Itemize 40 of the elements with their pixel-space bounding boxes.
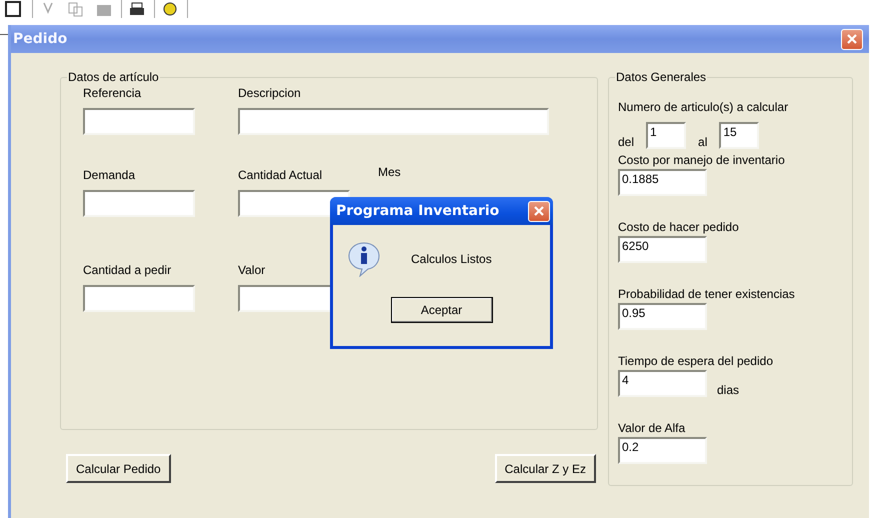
input-field[interactable] <box>83 190 195 217</box>
input-field[interactable] <box>238 108 549 135</box>
field-label: del <box>618 135 634 149</box>
input-field[interactable]: 15 <box>719 122 760 149</box>
close-button[interactable] <box>841 28 863 50</box>
accept-button[interactable]: Aceptar <box>390 297 492 323</box>
dialog-title: Programa Inventario <box>336 203 500 219</box>
input-field[interactable] <box>83 285 195 312</box>
input-field[interactable]: 6250 <box>618 236 707 263</box>
group-title: Datos Generales <box>615 70 708 84</box>
field-label: Mes <box>378 165 402 179</box>
input-field[interactable] <box>83 108 195 135</box>
calculate-button[interactable]: Calcular Pedido <box>66 454 171 483</box>
close-icon <box>533 205 545 217</box>
unit-label: dias <box>717 383 740 397</box>
field-label: Tiempo de espera del pedido <box>618 354 774 368</box>
field-label: Costo de hacer pedido <box>618 220 740 234</box>
input-field[interactable]: 1 <box>646 122 686 149</box>
calculate-button[interactable]: Calcular Z y Ez <box>494 454 596 483</box>
info-icon <box>347 241 381 277</box>
input-field[interactable]: 0.95 <box>618 303 707 330</box>
window-title: Pedido <box>13 31 68 47</box>
dialog-message: Calculos Listos <box>411 252 492 266</box>
close-icon <box>846 33 858 45</box>
field-label: Descripcion <box>238 86 302 100</box>
field-label: Referencia <box>83 86 142 100</box>
field-label: Costo por manejo de inventario <box>618 153 786 167</box>
field-label: Demanda <box>83 168 136 182</box>
field-label: Cantidad a pedir <box>83 263 172 277</box>
field-label: Numero de articulo(s) a calcular <box>618 100 790 114</box>
close-button[interactable] <box>528 200 550 222</box>
field-label: Cantidad Actual <box>238 168 324 182</box>
input-field[interactable]: 0.2 <box>618 437 707 464</box>
input-field[interactable]: 4 <box>618 370 707 397</box>
field-label: Valor <box>238 263 266 277</box>
field-label: Valor de Alfa <box>618 421 686 435</box>
input-field[interactable]: 0.1885 <box>618 169 707 196</box>
field-label: al <box>698 135 708 149</box>
field-label: Probabilidad de tener existencias <box>618 287 796 301</box>
group-title: Datos de artículo <box>67 70 160 84</box>
